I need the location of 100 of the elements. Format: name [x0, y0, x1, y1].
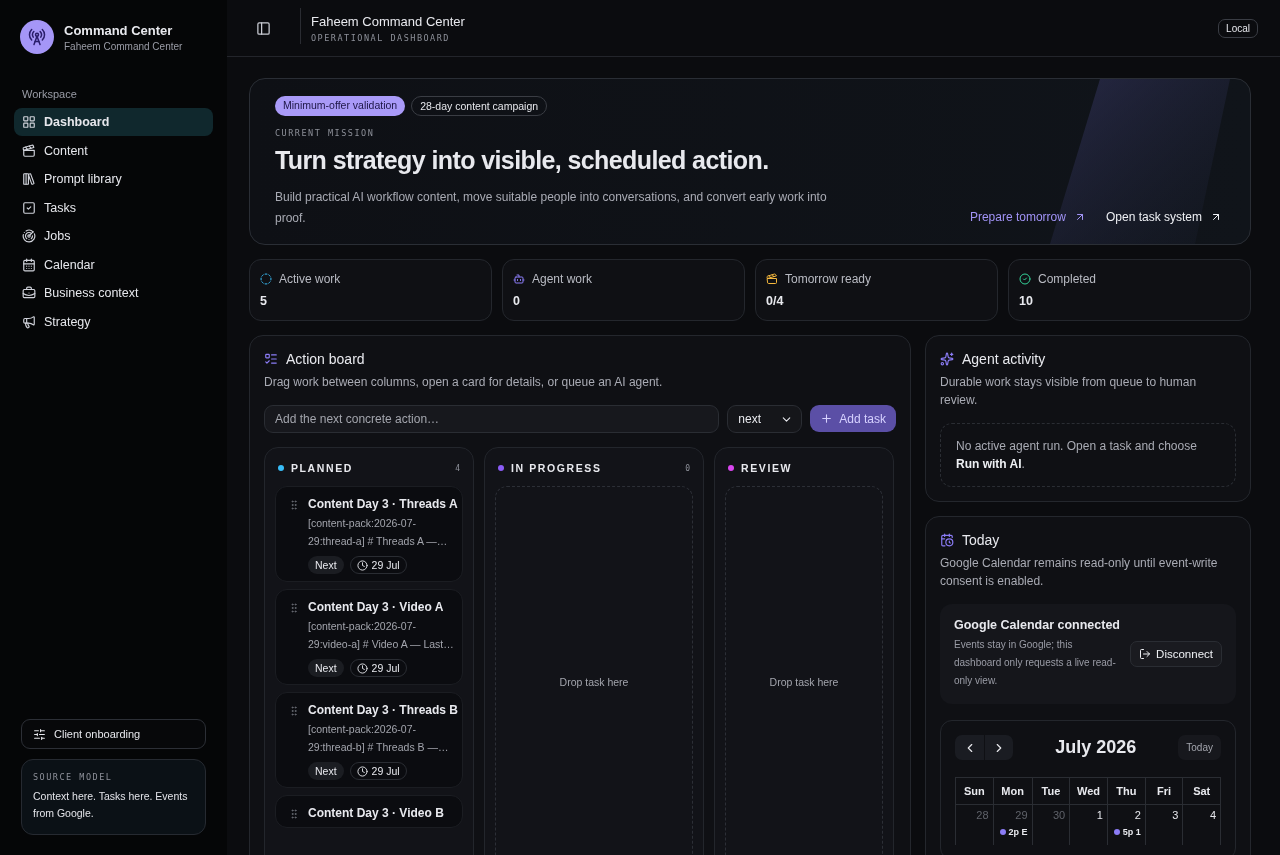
- panel-subtitle: Drag work between columns, open a card for details, or queue an AI agent.: [264, 374, 664, 391]
- day-cell[interactable]: 29 2p E: [993, 805, 1033, 845]
- day-number: 28: [976, 809, 989, 821]
- day-cell[interactable]: 4: [1183, 805, 1221, 845]
- task-description: [content-pack:2026-07-29:thread-b] # Threads B —…: [308, 722, 450, 755]
- client-onboarding-button[interactable]: Client onboarding: [21, 719, 206, 749]
- clock-icon: [356, 559, 368, 571]
- page-title: Faheem Command Center: [311, 13, 465, 29]
- clock-icon: [356, 765, 368, 777]
- month-title: July 2026: [1054, 737, 1138, 758]
- calendar-clock-icon: [940, 533, 954, 547]
- day-cell[interactable]: 1: [1070, 805, 1108, 845]
- plus-icon: [820, 412, 834, 425]
- add-task-button[interactable]: Add task: [810, 405, 896, 432]
- disconnect-button[interactable]: Disconnect: [1130, 641, 1222, 667]
- task-title: Content Day 3 · Video A: [308, 600, 445, 614]
- weekday-header: Wed: [1070, 778, 1108, 805]
- mission-description: Build practical AI workflow content, move suitable people into conversations, and convert early work into proof.: [275, 189, 828, 227]
- day-number: 29: [1015, 809, 1028, 821]
- weekday-header: Sat: [1183, 778, 1221, 805]
- nav-item[interactable]: Dashboard: [14, 108, 213, 136]
- card-label: SOURCE MODEL: [33, 772, 114, 782]
- radio-tower-logo: [20, 20, 54, 54]
- column-count: 4: [455, 463, 460, 473]
- calendar-icon: [22, 257, 36, 272]
- connection-title: Google Calendar connected: [954, 618, 1121, 632]
- nav-item[interactable]: Prompt library: [14, 165, 213, 193]
- environment-badge: Local: [1218, 18, 1258, 38]
- task-input-field[interactable]: Add the next concrete action…: [264, 405, 720, 433]
- stat-label: Completed: [1038, 272, 1097, 286]
- radar-icon: [22, 229, 36, 243]
- previous-month-button[interactable]: [955, 735, 984, 760]
- eyebrow-label: CURRENT MISSION: [275, 128, 376, 138]
- panel-title: Action board: [286, 351, 365, 367]
- column-count: 0: [685, 463, 690, 473]
- robot-icon: [513, 273, 525, 285]
- next-month-button[interactable]: [984, 735, 1013, 760]
- panel-subtitle: Google Calendar remains read-only until event-write consent is enabled.: [940, 555, 1219, 590]
- weekday-header: Mon: [993, 778, 1033, 805]
- checkbox-icon: [22, 200, 36, 215]
- app-subtitle: Faheem Command Center: [64, 40, 183, 52]
- task-card[interactable]: Content Day 3 · Threads B [content-pack:2026-07-29:thread-b] # Threads B —… Next 29 Jul: [275, 692, 463, 788]
- day-number: 3: [1172, 809, 1179, 821]
- today-button[interactable]: Today: [1178, 735, 1221, 760]
- stat-value: 0/4: [766, 294, 785, 308]
- day-cell[interactable]: 2 5p 1: [1107, 805, 1146, 845]
- nav-item[interactable]: Tasks: [14, 193, 213, 222]
- nav-item[interactable]: Jobs: [14, 222, 213, 250]
- card-text: Context here. Tasks here. Events from Google.: [33, 789, 189, 821]
- task-card[interactable]: Content Day 3 · Video B: [275, 795, 463, 828]
- clock-icon: [356, 662, 368, 674]
- weekday-header: Tue: [1032, 778, 1071, 805]
- task-title: Content Day 3 · Video B: [308, 806, 444, 820]
- calendar-event[interactable]: 5p 1: [1111, 827, 1141, 837]
- nav-item[interactable]: Business context: [14, 279, 213, 307]
- task-description: [content-pack:2026-07-29:thread-a] # Threads A —…: [308, 516, 449, 549]
- stat-value: 5: [260, 294, 268, 308]
- stat-label: Agent work: [532, 272, 593, 286]
- clapperboard-icon: [22, 143, 36, 158]
- column-title: REVIEW: [741, 462, 793, 474]
- mission-link[interactable]: Open task system: [1105, 210, 1222, 224]
- day-number: 30: [1052, 809, 1066, 821]
- panel-title: Agent activity: [962, 351, 1046, 367]
- stat-value: 10: [1019, 294, 1034, 308]
- arrow-icon: [1210, 211, 1222, 223]
- task-card[interactable]: Content Day 3 · Video A [content-pack:2026-07-29:video-a] # Video A — Last… Next 29 Jul: [275, 589, 463, 685]
- drop-hint: Drop task here: [769, 675, 839, 688]
- drop-hint: Drop task here: [559, 675, 629, 688]
- priority-select[interactable]: next: [727, 405, 803, 433]
- calendar-event[interactable]: 2p E: [997, 827, 1028, 837]
- task-card[interactable]: Content Day 3 · Threads A [content-pack:2026-07-29:thread-a] # Threads A —… Next 29 Jul: [275, 486, 463, 582]
- day-number: 4: [1209, 809, 1216, 821]
- priority-tag: Next: [308, 556, 344, 574]
- drag-handle-icon[interactable]: [288, 806, 300, 820]
- column-title: IN PROGRESS: [511, 462, 602, 474]
- dashed-circle-icon: [260, 273, 272, 285]
- mission-link[interactable]: Prepare tomorrow: [969, 210, 1086, 224]
- connection-description: Events stay in Google; this dashboard only requests a live read-only view.: [954, 638, 1117, 688]
- task-title: Content Day 3 · Threads B: [308, 703, 459, 717]
- mission-tag: Minimum-offer validation: [275, 96, 406, 116]
- megaphone-icon: [22, 314, 36, 329]
- weekday-header: Thu: [1107, 778, 1146, 805]
- mission-title: Turn strategy into visible, scheduled action.: [275, 146, 770, 175]
- nav-item[interactable]: Calendar: [14, 250, 213, 279]
- page-subtitle: OPERATIONAL DASHBOARD: [311, 32, 451, 43]
- sparkles-icon: [940, 352, 954, 366]
- logout-icon: [1139, 648, 1152, 660]
- day-cell[interactable]: 3: [1145, 805, 1184, 845]
- day-number: 1: [1096, 809, 1103, 821]
- task-description: [content-pack:2026-07-29:video-a] # Video A — Last…: [308, 619, 455, 652]
- nav-item[interactable]: Strategy: [14, 307, 213, 336]
- stat-label: Tomorrow ready: [785, 272, 872, 286]
- nav-item[interactable]: Content: [14, 136, 213, 165]
- panel-subtitle: Durable work stays visible from queue to human review.: [940, 374, 1198, 409]
- priority-tag: Next: [308, 659, 344, 677]
- stat-value: 0: [513, 294, 521, 308]
- weekday-header: Sun: [956, 778, 994, 805]
- panel-title: Today: [962, 532, 1000, 548]
- weekday-header: Fri: [1145, 778, 1184, 805]
- check-circle-icon: [1019, 273, 1031, 285]
